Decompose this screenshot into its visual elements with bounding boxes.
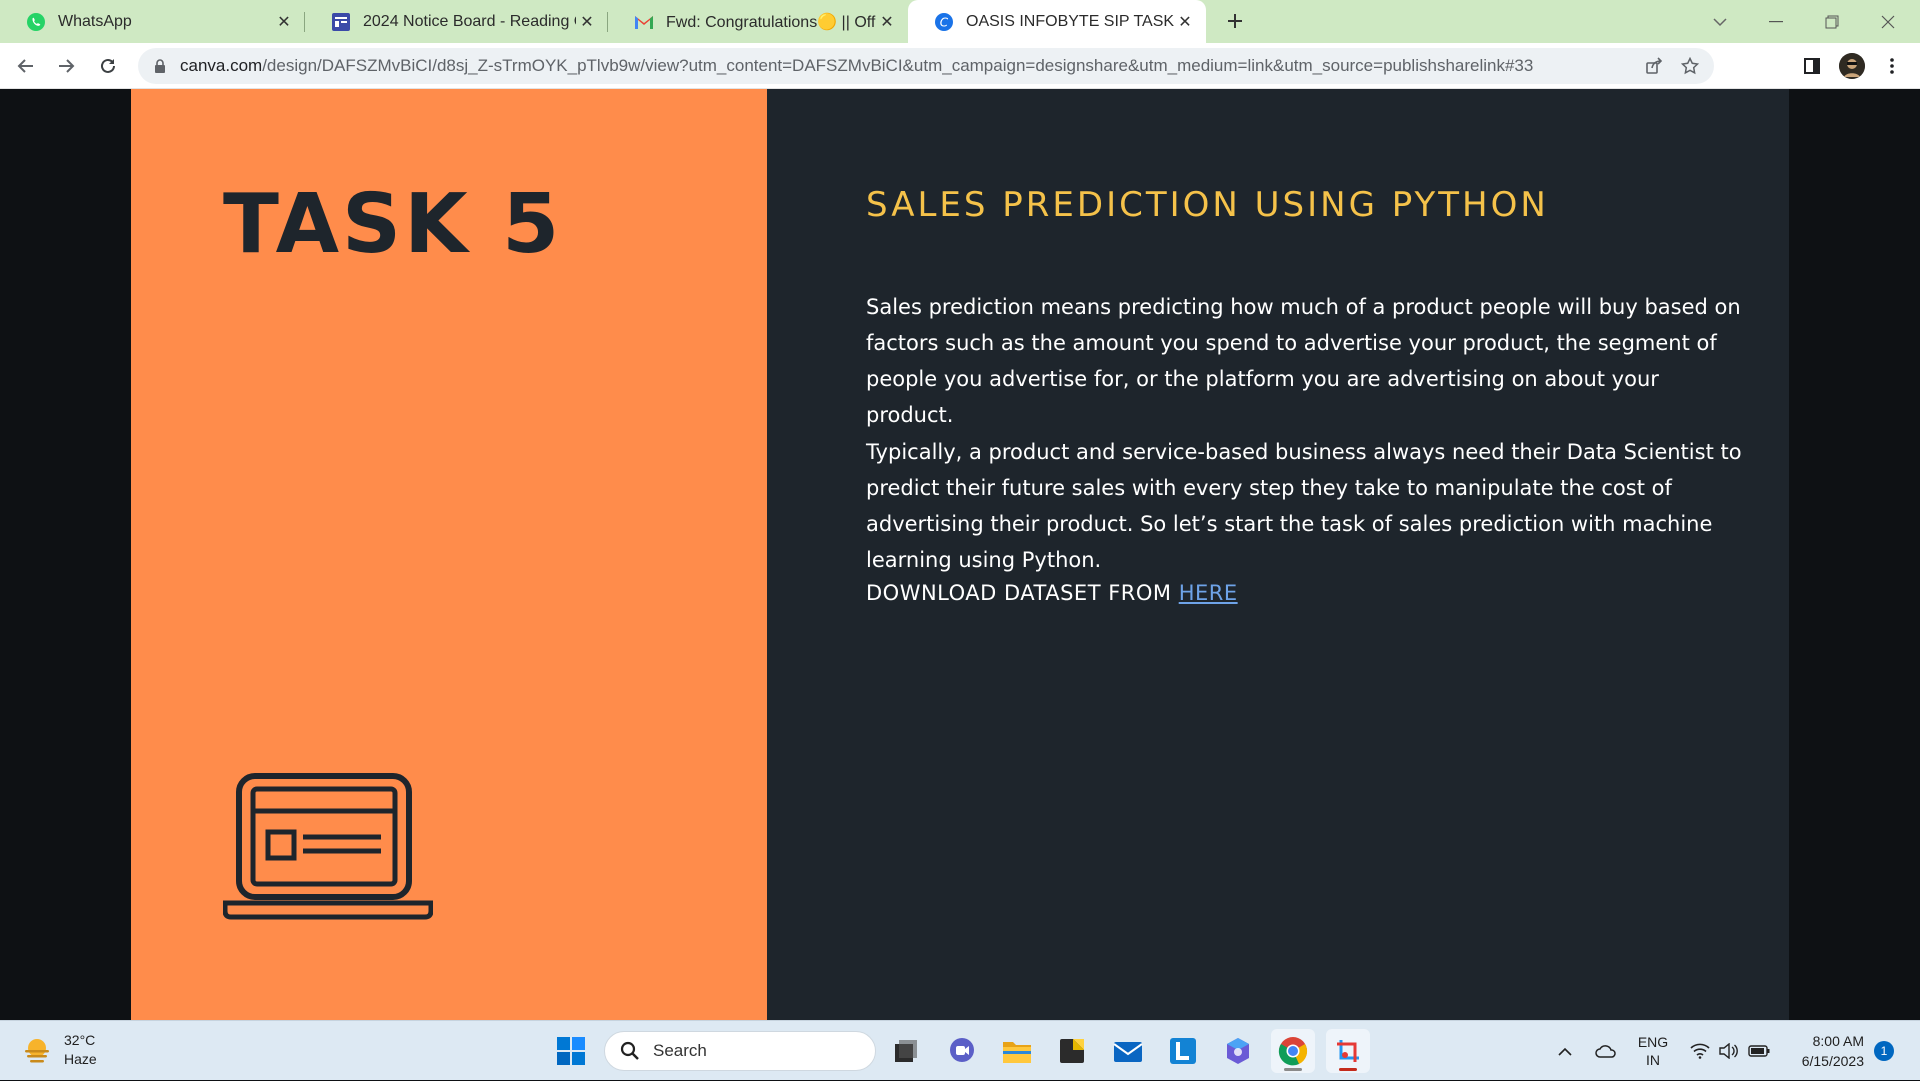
laptop-icon: [223, 773, 433, 920]
forward-icon[interactable]: [50, 50, 82, 82]
teams-chat-icon[interactable]: [940, 1029, 984, 1073]
start-button[interactable]: [549, 1029, 593, 1073]
tab-oasis-task-list[interactable]: C OASIS INFOBYTE SIP TASK LIST ✕: [908, 0, 1206, 43]
notification-badge[interactable]: 1: [1874, 1041, 1894, 1061]
close-icon[interactable]: ✕: [876, 11, 898, 33]
tab-search-icon[interactable]: [1692, 0, 1748, 43]
language-indicator[interactable]: ENG IN: [1630, 1021, 1676, 1081]
language-code: ENG: [1637, 1034, 1669, 1050]
tab-gmail[interactable]: Fwd: Congratulations🟡 || Offer L ✕: [608, 0, 908, 43]
weather-temperature: 32°C: [64, 1032, 96, 1048]
svg-text:C: C: [940, 15, 949, 29]
close-icon[interactable]: ✕: [273, 11, 295, 33]
search-icon: [619, 1040, 641, 1062]
close-icon[interactable]: ✕: [1174, 11, 1196, 33]
new-tab-button[interactable]: [1220, 6, 1250, 36]
browser-toolbar: canva.com/design/DAFSZMvBiCI/d8sj_Z-sTrm…: [0, 43, 1920, 89]
gmail-icon: [634, 12, 654, 32]
region-code: IN: [1646, 1052, 1660, 1068]
windows-taskbar: 32°C Haze Search ENG IN 8:00 AM 6/15/202…: [0, 1020, 1920, 1080]
file-explorer-icon[interactable]: [995, 1029, 1039, 1073]
download-line: DOWNLOAD DATASET FROM HERE: [866, 581, 1238, 605]
minimize-icon[interactable]: [1748, 0, 1804, 43]
copilot-icon[interactable]: [1216, 1029, 1260, 1073]
taskbar-search[interactable]: Search: [604, 1031, 876, 1071]
weather-widget[interactable]: 32°C Haze: [22, 1031, 97, 1069]
search-placeholder: Search: [653, 1041, 707, 1060]
weather-description: Haze: [64, 1051, 97, 1067]
task-view-icon[interactable]: [884, 1029, 928, 1073]
tab-notice-board[interactable]: 2024 Notice Board - Reading Cor ✕: [305, 0, 608, 43]
clock-time: 8:00 AM: [1812, 1033, 1864, 1049]
onedrive-cloud-icon[interactable]: [1590, 1021, 1622, 1081]
reload-icon[interactable]: [92, 50, 124, 82]
volume-icon[interactable]: [1714, 1021, 1742, 1081]
tab-whatsapp[interactable]: WhatsApp ✕: [0, 0, 305, 43]
restore-icon[interactable]: [1804, 0, 1860, 43]
bookmark-star-icon[interactable]: [1674, 50, 1706, 82]
download-label: DOWNLOAD DATASET FROM: [866, 581, 1179, 605]
tab-title: Fwd: Congratulations🟡 || Offer L: [666, 13, 876, 31]
canva-icon: C: [934, 12, 954, 32]
lens-app-icon[interactable]: [1161, 1029, 1205, 1073]
wifi-icon[interactable]: [1686, 1021, 1714, 1081]
tab-title: OASIS INFOBYTE SIP TASK LIST: [966, 12, 1174, 30]
slide-right-panel: SALES PREDICTION USING PYTHON Sales pred…: [767, 89, 1789, 1020]
tab-strip: WhatsApp ✕ 2024 Notice Board - Reading C…: [0, 0, 1920, 43]
slide-left-panel: TASK 5: [131, 89, 767, 1020]
show-hidden-icons-chevron[interactable]: [1550, 1021, 1580, 1081]
description-paragraph-1: Sales prediction means predicting how mu…: [866, 295, 1741, 427]
system-clock[interactable]: 8:00 AM 6/15/2023: [1782, 1031, 1864, 1071]
tab-title: 2024 Notice Board - Reading Cor: [363, 12, 576, 30]
lock-icon[interactable]: [152, 58, 168, 74]
close-icon[interactable]: ✕: [576, 11, 598, 33]
back-icon[interactable]: [10, 50, 42, 82]
close-window-icon[interactable]: [1860, 0, 1916, 43]
clock-date: 6/15/2023: [1801, 1053, 1864, 1069]
snipping-tool-icon[interactable]: [1326, 1029, 1370, 1073]
battery-icon[interactable]: [1744, 1021, 1774, 1081]
haze-sun-icon: [25, 1039, 49, 1063]
task-heading: TASK 5: [223, 177, 563, 272]
sticky-notes-icon[interactable]: [1050, 1029, 1094, 1073]
chrome-icon[interactable]: [1271, 1029, 1315, 1073]
url-text[interactable]: canva.com/design/DAFSZMvBiCI/d8sj_Z-sTrm…: [180, 56, 1634, 76]
tab-title: WhatsApp: [58, 12, 132, 30]
menu-kebab-icon[interactable]: [1876, 50, 1908, 82]
slide-title: SALES PREDICTION USING PYTHON: [866, 185, 1549, 225]
side-panel-icon[interactable]: [1796, 50, 1828, 82]
share-icon[interactable]: [1638, 50, 1670, 82]
description-paragraph-2: Typically, a product and service-based b…: [866, 440, 1742, 572]
forms-icon: [331, 12, 351, 32]
whatsapp-icon: [26, 12, 46, 32]
canva-viewer: TASK 5 SALES PREDICTION USING PYTHON Sal…: [0, 89, 1920, 1020]
windows-logo-icon: [557, 1037, 585, 1065]
address-bar[interactable]: canva.com/design/DAFSZMvBiCI/d8sj_Z-sTrm…: [138, 48, 1714, 84]
dataset-link[interactable]: HERE: [1179, 581, 1238, 605]
mail-icon[interactable]: [1106, 1029, 1150, 1073]
profile-avatar[interactable]: [1836, 50, 1868, 82]
